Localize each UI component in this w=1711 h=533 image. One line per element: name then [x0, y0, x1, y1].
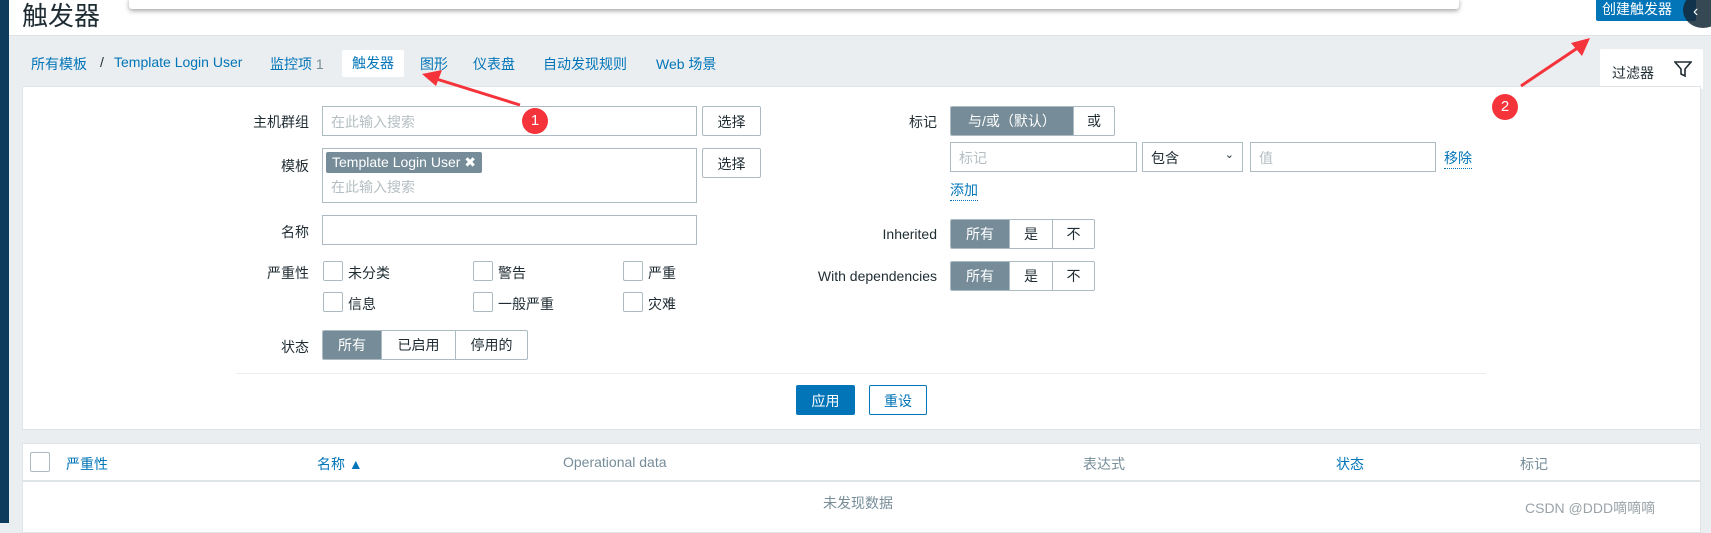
annotation-marker-2: 2 — [1492, 94, 1518, 120]
arrow-head-icon — [1571, 38, 1590, 56]
annotation-arrows — [422, 38, 1590, 107]
annotation-marker-1: 1 — [522, 108, 548, 134]
annotation-arrow-2 — [1520, 43, 1583, 88]
annotation-arrow-1 — [429, 75, 521, 107]
arrow-head-icon — [422, 70, 442, 86]
